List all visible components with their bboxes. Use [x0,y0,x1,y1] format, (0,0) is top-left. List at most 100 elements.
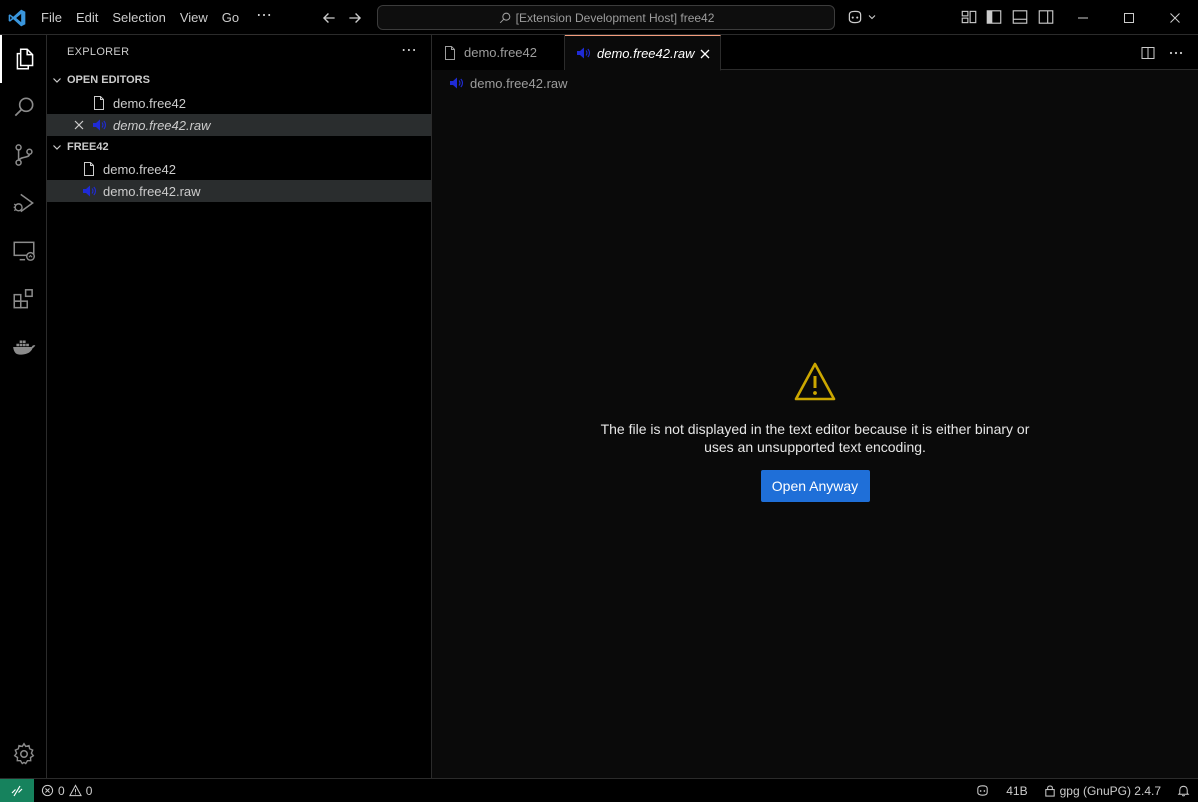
open-editor-label: demo.free42.raw [113,117,211,133]
error-icon [41,784,54,797]
status-bar: 0 0 41B gpg (GnuPG) 2.4.7 [0,778,1198,802]
notice-line-1: The file is not displayed in the text ed… [600,421,1030,437]
command-center-label: [Extension Development Host] free42 [515,10,715,25]
warning-icon [68,784,82,797]
forward-arrow-icon[interactable] [346,9,364,27]
tab-label: demo.free42 [464,45,537,60]
menu-selection[interactable]: Selection [105,6,172,30]
activity-bar [0,35,47,778]
file-tree-label: demo.free42 [103,161,176,177]
sidebar-more-button[interactable]: ⋯ [401,40,417,60]
open-editor-label: demo.free42 [113,95,186,111]
menu-edit[interactable]: Edit [69,6,105,30]
problems-indicator[interactable]: 0 0 [41,779,92,802]
search-icon [14,97,33,117]
audio-file-icon [450,77,463,89]
copilot-icon [977,785,988,796]
minimize-button[interactable] [1060,0,1106,35]
editor-area: demo.free42 demo.free42.raw demo.free42.… [432,35,1198,778]
back-arrow-icon[interactable] [320,9,338,27]
open-editors-label: OPEN EDITORS [67,74,150,86]
file-tree-label: demo.free42.raw [103,183,201,199]
tab-demo-free42-raw[interactable]: demo.free42.raw [565,35,721,71]
tab-demo-free42[interactable]: demo.free42 [432,35,565,70]
tab-label: demo.free42.raw [597,45,695,61]
explorer-icon [16,48,33,70]
toggle-panel-icon[interactable] [1011,8,1029,26]
menu-view[interactable]: View [173,6,215,30]
remote-indicator-button[interactable] [0,779,34,802]
customize-layout-icon[interactable] [960,8,978,26]
activity-docker[interactable] [0,323,47,371]
audio-file-icon [577,47,590,59]
gpg-status[interactable]: gpg (GnuPG) 2.4.7 [1036,779,1169,802]
more-actions-icon[interactable] [1168,45,1184,61]
title-bar: File Edit Selection View Go ⋯ [Extension… [0,0,1198,35]
tab-bar: demo.free42 demo.free42.raw [432,35,1198,71]
audio-file-icon [93,119,106,131]
menu-more-button[interactable]: ⋯ [246,6,282,30]
open-editor-item[interactable]: demo.free42 [47,92,431,114]
menu-file[interactable]: File [34,6,69,30]
activity-run-debug[interactable] [0,179,47,227]
close-icon [1170,12,1180,23]
notice-text: The file is not displayed in the text ed… [432,420,1198,456]
maximize-button[interactable] [1106,0,1152,35]
activity-explorer[interactable] [0,35,47,83]
activity-extensions[interactable] [0,275,47,323]
breadcrumb[interactable]: demo.free42.raw [448,72,568,94]
file-tree-item[interactable]: demo.free42 [47,158,431,180]
search-icon [499,12,510,23]
manage-gear-icon [13,742,34,765]
chevron-down-icon [53,78,61,83]
open-anyway-button[interactable]: Open Anyway [760,470,870,502]
file-size-status[interactable]: 41B [998,779,1035,802]
gpg-version: gpg (GnuPG) 2.4.7 [1059,783,1161,798]
toggle-secondary-sidebar-icon[interactable] [1037,8,1055,26]
sidebar-title: EXPLORER [67,46,130,58]
open-editor-item-active[interactable]: demo.free42.raw [47,114,431,136]
docker-icon [12,340,35,355]
activity-search[interactable] [0,83,47,131]
bell-icon [1177,785,1190,797]
open-editors-header[interactable]: OPEN EDITORS [47,69,432,91]
activity-remote-explorer[interactable] [0,227,47,275]
minimize-icon [1078,17,1088,18]
notifications-button[interactable] [1169,779,1198,802]
lock-icon [1044,785,1055,797]
activity-source-control[interactable] [0,131,47,179]
notice-line-2: uses an unsupported text encoding. [704,439,926,455]
split-editor-icon[interactable] [1140,45,1156,61]
chevron-down-icon [53,145,61,150]
status-right-items: 41B gpg (GnuPG) 2.4.7 [967,779,1198,802]
run-debug-icon [13,193,34,213]
remote-icon [11,785,23,796]
warning-icon [794,362,836,401]
extensions-icon [12,289,33,309]
breadcrumb-label: demo.free42.raw [470,75,568,91]
vscode-logo-icon [8,9,26,27]
copilot-status[interactable] [967,779,998,802]
folder-label: FREE42 [67,141,109,153]
source-control-icon [14,144,33,166]
menu-bar: File Edit Selection View Go ⋯ [34,0,282,35]
remote-explorer-icon [12,241,35,261]
close-icon[interactable] [698,47,712,61]
close-icon[interactable] [73,119,85,131]
copilot-icon[interactable] [846,8,864,26]
activity-manage[interactable] [0,730,47,778]
file-icon [94,96,104,110]
file-size: 41B [1006,783,1028,798]
command-center-search[interactable]: [Extension Development Host] free42 [377,5,835,30]
chevron-down-icon[interactable] [867,12,877,22]
file-icon [84,162,94,176]
explorer-sidebar: EXPLORER ⋯ OPEN EDITORS demo.free42 demo… [47,35,432,778]
folder-header[interactable]: FREE42 [47,136,432,158]
file-tree-item-selected[interactable]: demo.free42.raw [47,180,431,202]
menu-go[interactable]: Go [215,6,246,30]
binary-file-notice: The file is not displayed in the text ed… [432,360,1198,502]
file-icon [445,45,455,60]
close-window-button[interactable] [1152,0,1198,35]
toggle-primary-sidebar-icon[interactable] [985,8,1003,26]
error-count: 0 [58,783,65,798]
